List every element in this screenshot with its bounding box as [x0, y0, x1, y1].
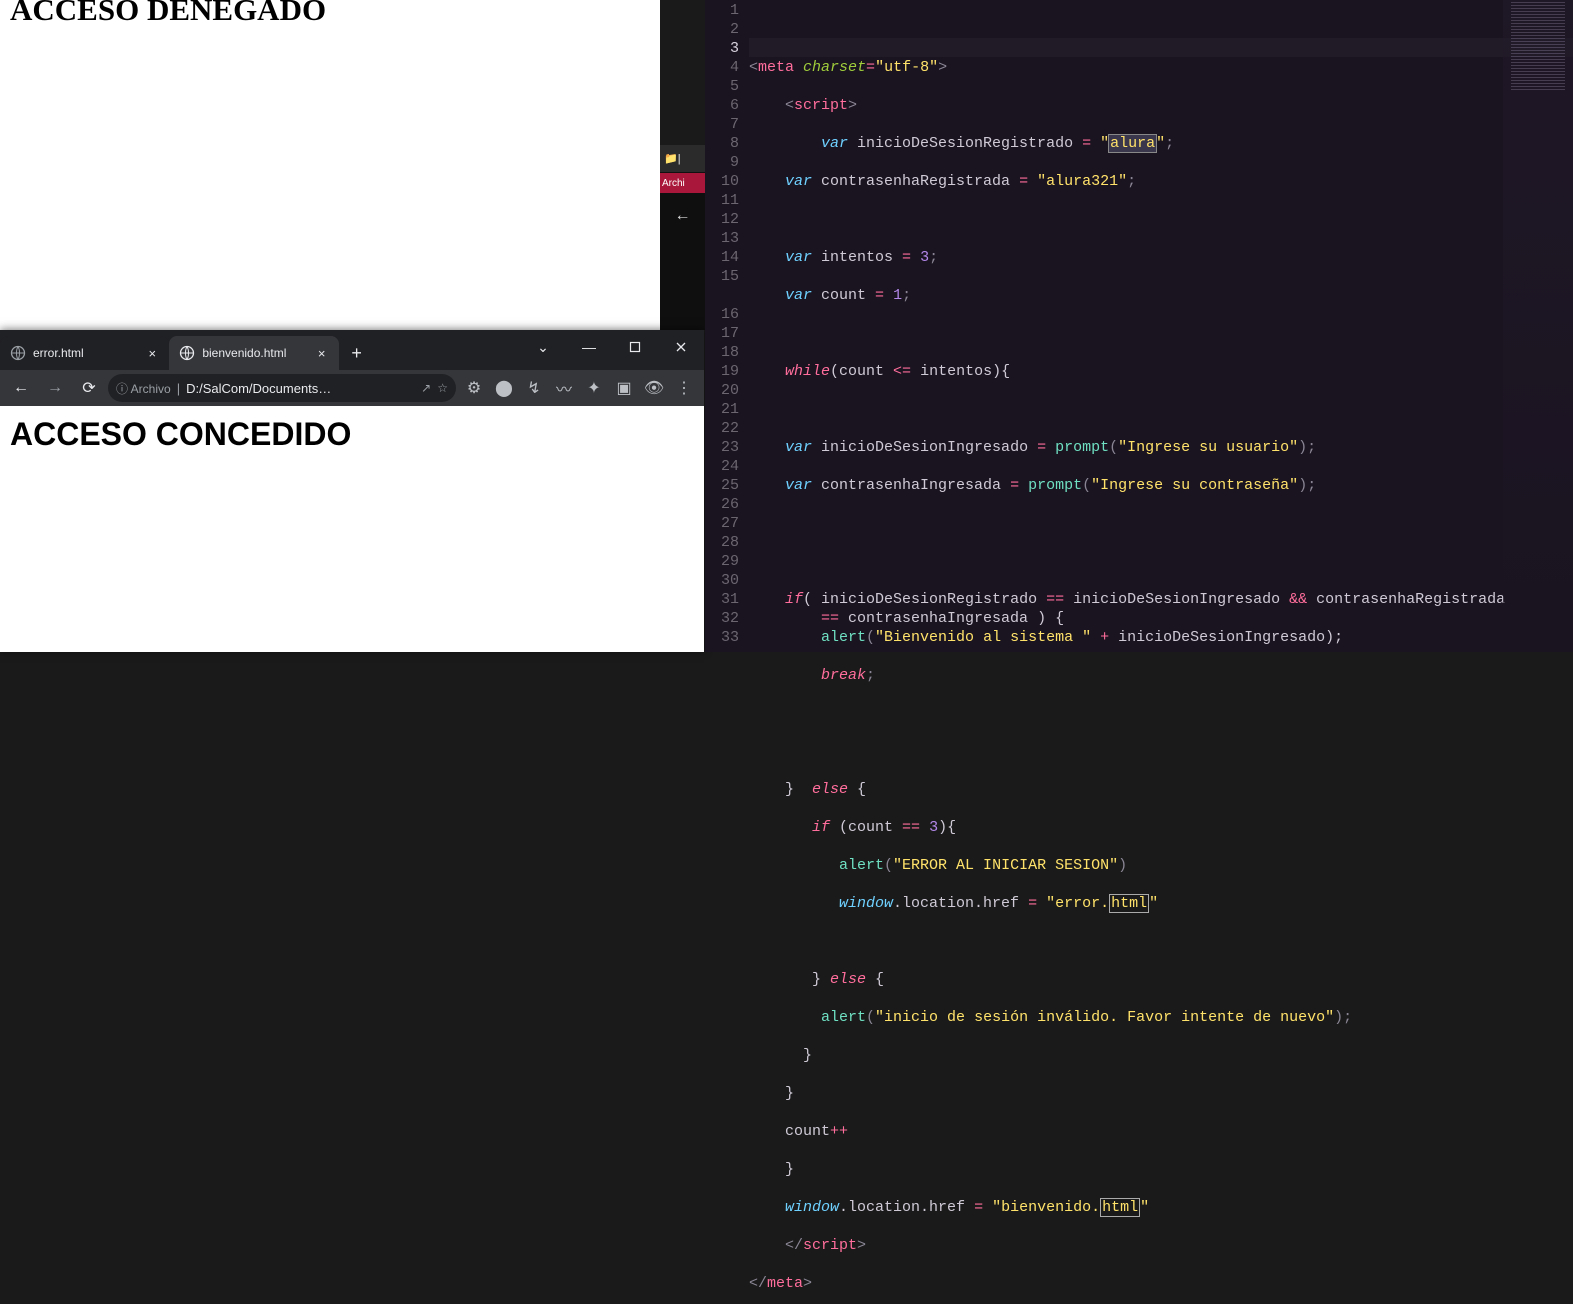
line-number: 4: [705, 58, 739, 77]
chrome-menu-button[interactable]: ⋮: [670, 374, 698, 402]
line-number: 17: [705, 324, 739, 343]
window-close-button[interactable]: [658, 330, 704, 364]
favicon-globe-icon: [10, 345, 26, 361]
line-number: 30: [705, 571, 739, 590]
line-number: 8: [705, 134, 739, 153]
line-number: 6: [705, 96, 739, 115]
page-heading-granted: ACCESO CONCEDIDO: [10, 416, 694, 453]
line-number: 21: [705, 400, 739, 419]
line-number: 20: [705, 381, 739, 400]
tab-bienvenido[interactable]: bienvenido.html ×: [169, 336, 338, 370]
extension-icon[interactable]: 👁: [640, 374, 668, 402]
line-number: 25: [705, 476, 739, 495]
extension-icon[interactable]: ▣: [610, 374, 638, 402]
page-heading-denied: ACCESO DENEGADO: [0, 0, 660, 28]
extensions-area: ⚙ ⬤ ↯ 〰 ✦ ▣ 👁 ⋮: [460, 374, 698, 402]
site-info-icon[interactable]: ⓘ Archivo: [116, 380, 171, 397]
tab-title: error.html: [33, 346, 138, 360]
line-number: 10: [705, 172, 739, 191]
new-tab-button[interactable]: +: [343, 339, 371, 367]
window-minimize-button[interactable]: —: [566, 330, 612, 364]
share-icon[interactable]: ↗: [421, 381, 431, 395]
chrome-window: error.html × bienvenido.html × + ⌄ — ← →…: [0, 330, 704, 652]
back-arrow-icon: ←: [675, 207, 691, 224]
match-highlight: html: [1109, 894, 1149, 913]
extension-icon[interactable]: ⚙: [460, 374, 488, 402]
tab-close-icon[interactable]: ×: [315, 346, 329, 361]
extension-icon[interactable]: ✦: [580, 374, 608, 402]
line-number: 3: [705, 39, 739, 58]
line-number: 29: [705, 552, 739, 571]
line-number: 7: [705, 115, 739, 134]
editor-gutter: 123456789101112131415 161718192021222324…: [705, 0, 749, 652]
favicon-globe-icon: [179, 345, 195, 361]
omnibox-separator: |: [177, 381, 180, 396]
window-maximize-button[interactable]: [612, 330, 658, 364]
selected-text: alura: [1109, 135, 1156, 152]
line-number: 27: [705, 514, 739, 533]
line-number: 24: [705, 457, 739, 476]
extension-icon[interactable]: ↯: [520, 374, 548, 402]
minimap-content: [1511, 2, 1565, 92]
tab-close-icon[interactable]: ×: [145, 346, 159, 361]
explorer-title-peek: |: [678, 153, 681, 165]
bookmark-star-icon[interactable]: ☆: [437, 381, 448, 395]
tab-error[interactable]: error.html ×: [0, 336, 169, 370]
match-highlight: html: [1100, 1198, 1140, 1217]
code-editor[interactable]: 123456789101112131415 161718192021222324…: [705, 0, 1573, 652]
active-line-highlight: [749, 38, 1573, 57]
extension-icon[interactable]: 〰: [550, 374, 578, 402]
line-number: 28: [705, 533, 739, 552]
line-number: 15: [705, 267, 739, 286]
line-number: 33: [705, 628, 739, 647]
tab-title: bienvenido.html: [202, 346, 307, 360]
folder-icon: 📁: [664, 152, 678, 165]
line-number: 9: [705, 153, 739, 172]
line-number: 11: [705, 191, 739, 210]
chrome-titlebar: error.html × bienvenido.html × + ⌄ —: [0, 330, 704, 370]
line-number: 23: [705, 438, 739, 457]
line-number: 19: [705, 362, 739, 381]
explorer-titlebar-peek: 📁 |: [660, 145, 705, 173]
nav-forward-button[interactable]: →: [40, 373, 70, 403]
nav-back-button[interactable]: ←: [6, 373, 36, 403]
editor-minimap[interactable]: [1503, 0, 1573, 652]
line-number: 12: [705, 210, 739, 229]
chrome-toolbar: ← → ⟳ ⓘ Archivo | D:/SalCom/Documents… ↗…: [0, 370, 704, 406]
line-number: 31: [705, 590, 739, 609]
line-number: 18: [705, 343, 739, 362]
omnibox[interactable]: ⓘ Archivo | D:/SalCom/Documents… ↗ ☆: [108, 374, 456, 402]
editor-code-area[interactable]: <meta charset="utf-8"> <script> var inic…: [749, 0, 1573, 652]
line-number: 32: [705, 609, 739, 628]
line-number: 22: [705, 419, 739, 438]
extension-icon[interactable]: ⬤: [490, 374, 518, 402]
line-number: 5: [705, 77, 739, 96]
explorer-menu-label: Archi: [662, 178, 685, 189]
line-number: 16: [705, 305, 739, 324]
omnibox-url: D:/SalCom/Documents…: [186, 381, 331, 396]
explorer-back-peek[interactable]: ←: [660, 207, 705, 231]
window-tab-search-button[interactable]: ⌄: [520, 330, 566, 364]
line-number: 14: [705, 248, 739, 267]
line-number: 2: [705, 20, 739, 39]
browser-page-error: ACCESO DENEGADO: [0, 0, 660, 330]
explorer-menu-peek: Archi: [660, 173, 705, 193]
browser-page-bienvenido: ACCESO CONCEDIDO: [0, 406, 704, 652]
nav-reload-button[interactable]: ⟳: [74, 373, 104, 403]
line-number: 13: [705, 229, 739, 248]
line-number: 26: [705, 495, 739, 514]
window-controls: ⌄ —: [520, 330, 704, 364]
line-number: 1: [705, 1, 739, 20]
